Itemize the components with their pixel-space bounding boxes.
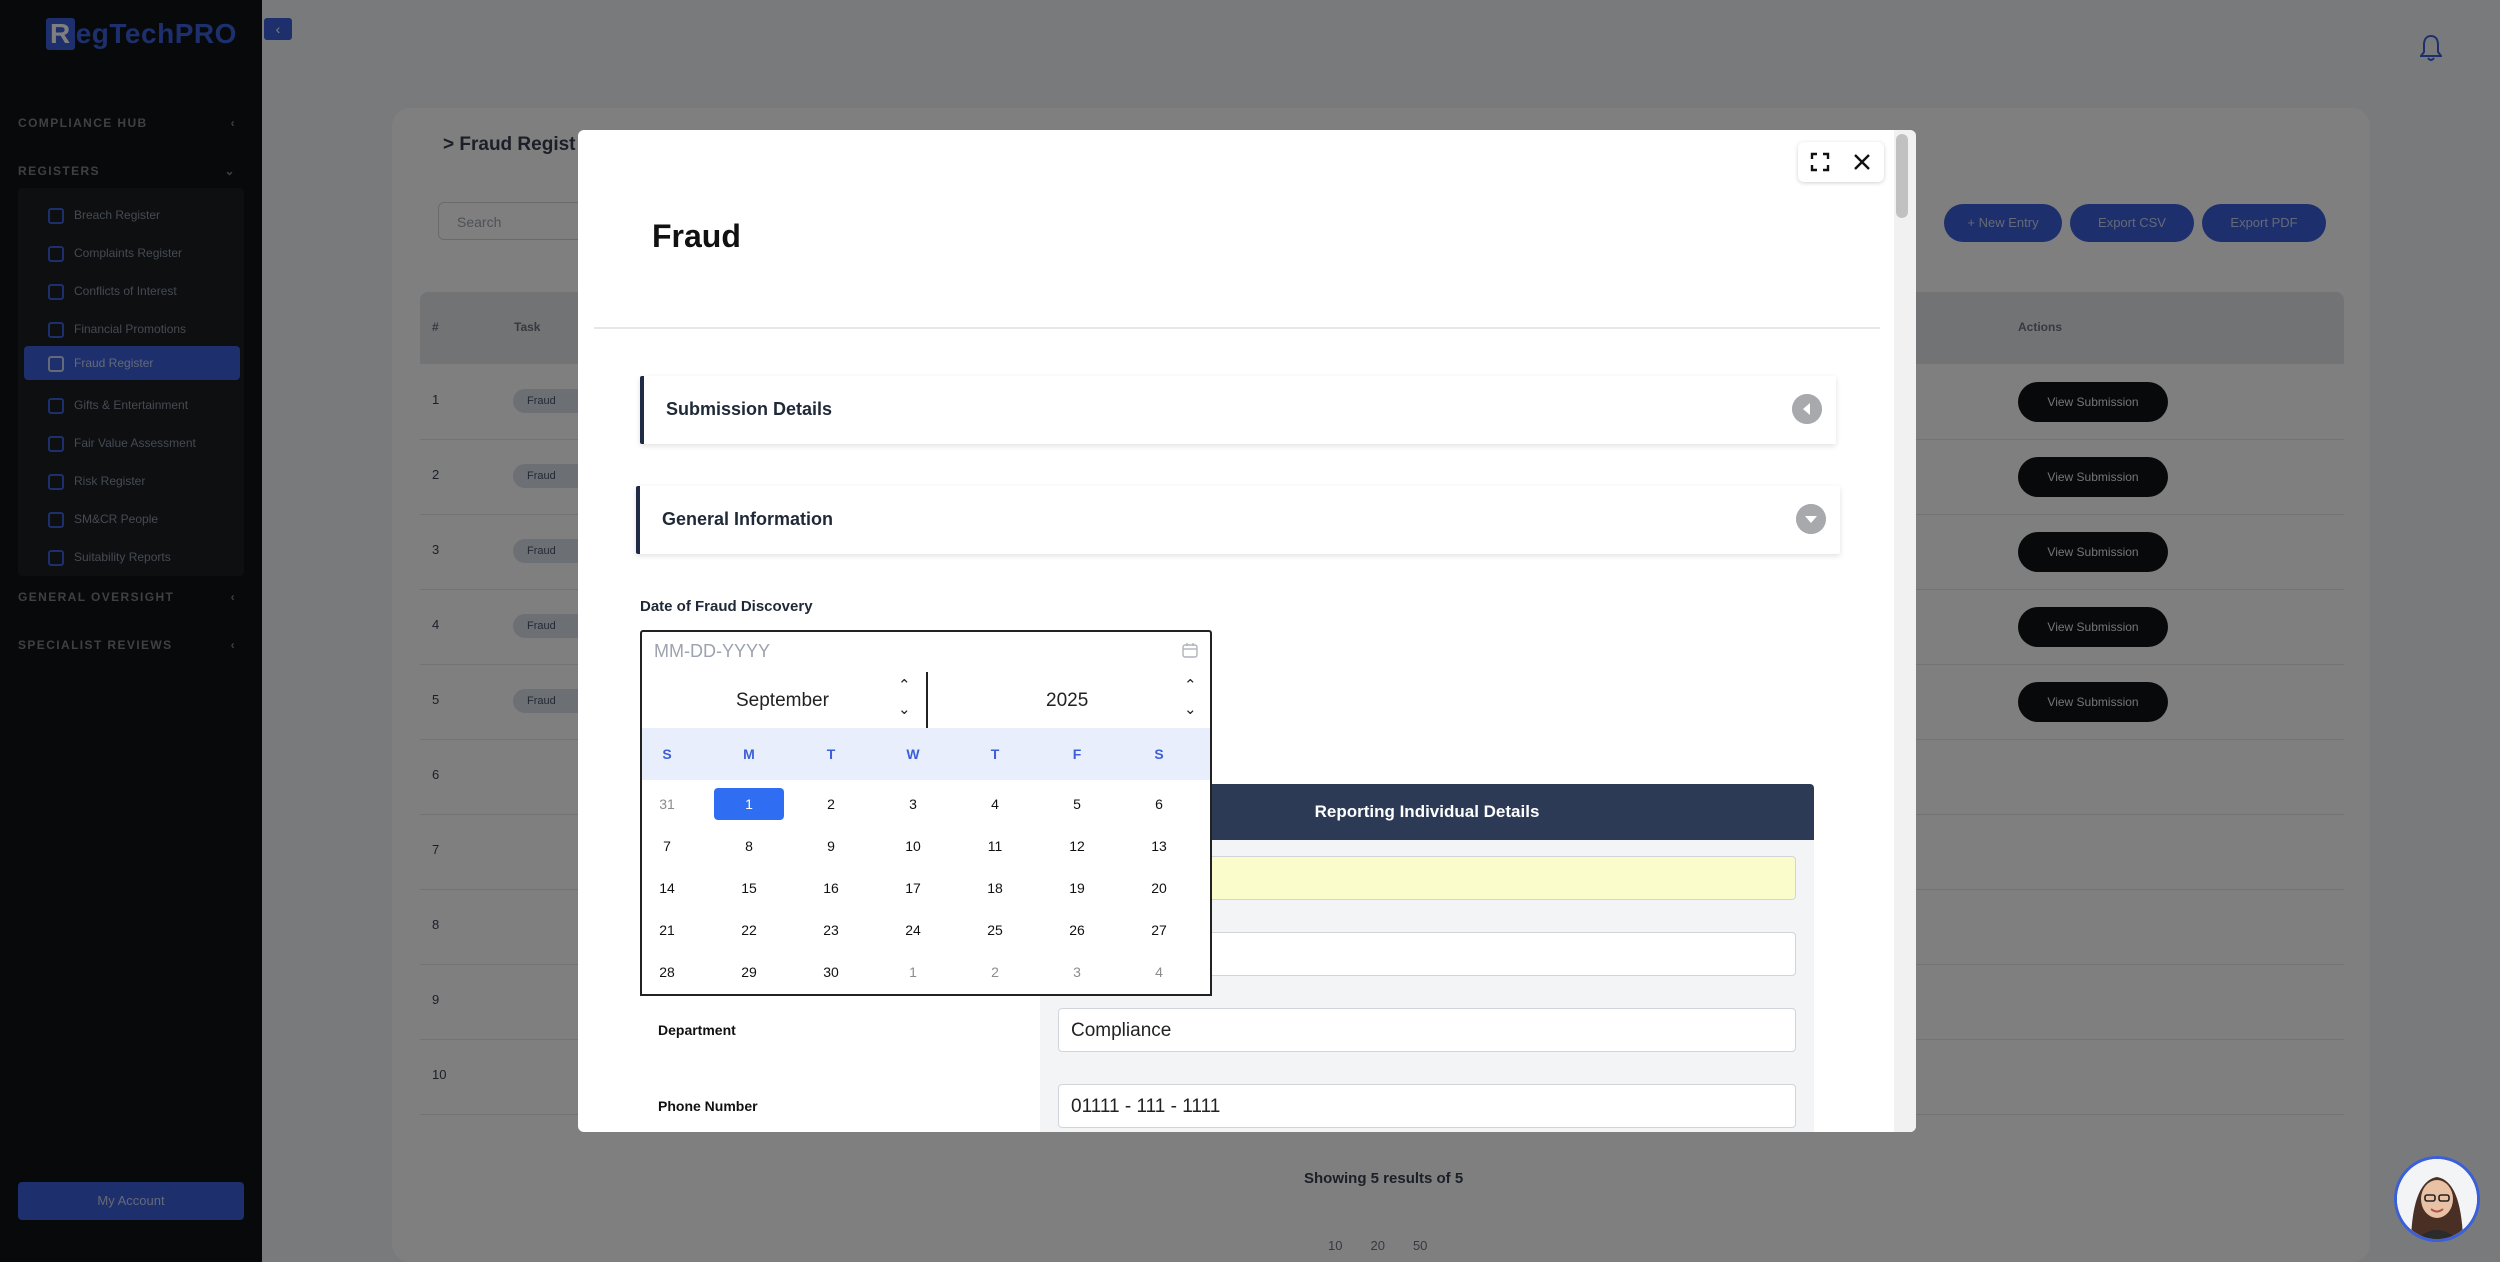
day-cell[interactable]: 4 (960, 788, 1030, 820)
date-of-fraud-discovery-input[interactable]: MM-DD-YYYY (640, 630, 1212, 672)
chevron-down-circle-icon (1796, 504, 1826, 534)
weekday-row: SMTWTFS (642, 728, 1210, 780)
divider (926, 672, 928, 728)
department-input[interactable]: Compliance (1058, 1008, 1796, 1052)
day-cell[interactable]: 15 (714, 872, 784, 904)
accordion-submission-details[interactable]: Submission Details (640, 376, 1836, 444)
day-cell[interactable]: 12 (1042, 830, 1112, 862)
year-select[interactable]: 2025 (1046, 690, 1088, 712)
scrollbar-thumb[interactable] (1896, 134, 1908, 218)
fraud-modal: Fraud Submission Details General Informa… (578, 130, 1916, 1132)
day-cell[interactable]: 2 (796, 788, 866, 820)
accordion-general-information[interactable]: General Information (636, 486, 1840, 554)
phone-number-label: Phone Number (658, 1098, 758, 1114)
day-cell[interactable]: 27 (1124, 914, 1194, 946)
assistant-avatar-icon (2397, 1159, 2477, 1239)
chevron-left-circle-icon (1792, 394, 1822, 424)
day-cell[interactable]: 21 (632, 914, 702, 946)
day-cell[interactable]: 9 (796, 830, 866, 862)
day-cell[interactable]: 31 (632, 788, 702, 820)
day-cell[interactable]: 6 (1124, 788, 1194, 820)
month-select[interactable]: September (736, 690, 829, 712)
day-cell[interactable]: 19 (1042, 872, 1112, 904)
divider (594, 327, 1880, 329)
day-cell[interactable]: 13 (1124, 830, 1194, 862)
day-cell[interactable]: 24 (878, 914, 948, 946)
day-cell[interactable]: 26 (1042, 914, 1112, 946)
modal-toolbar (1798, 142, 1884, 182)
phone-number-input[interactable]: 01111 - 111 - 1111 (1058, 1084, 1796, 1128)
day-cell[interactable]: 10 (878, 830, 948, 862)
day-cell[interactable]: 17 (878, 872, 948, 904)
month-down-icon[interactable]: ⌄ (898, 700, 911, 718)
day-cell[interactable]: 25 (960, 914, 1030, 946)
year-down-icon[interactable]: ⌄ (1184, 700, 1197, 718)
day-cell[interactable]: 20 (1124, 872, 1194, 904)
scrollbar-track[interactable] (1894, 130, 1916, 1132)
day-cell[interactable]: 5 (1042, 788, 1112, 820)
weekday-label: T (826, 746, 836, 762)
day-cell[interactable]: 28 (632, 956, 702, 988)
day-cell[interactable]: 2 (960, 956, 1030, 988)
department-label: Department (658, 1022, 736, 1038)
expand-icon[interactable] (1810, 152, 1830, 172)
day-cell[interactable]: 29 (714, 956, 784, 988)
close-icon[interactable] (1852, 152, 1872, 172)
day-cell[interactable]: 18 (960, 872, 1030, 904)
year-up-icon[interactable]: ⌃ (1184, 676, 1197, 694)
weekday-label: W (906, 746, 920, 762)
weekday-label: F (1072, 746, 1082, 762)
month-up-icon[interactable]: ⌃ (898, 676, 911, 694)
chat-avatar[interactable] (2394, 1156, 2480, 1242)
day-cell[interactable]: 14 (632, 872, 702, 904)
day-cell[interactable]: 3 (878, 788, 948, 820)
day-cell[interactable]: 23 (796, 914, 866, 946)
day-cell[interactable]: 30 (796, 956, 866, 988)
date-of-fraud-discovery-label: Date of Fraud Discovery (640, 598, 813, 615)
day-cell-selected[interactable]: 1 (714, 788, 784, 820)
calendar-icon[interactable] (1182, 642, 1198, 658)
day-cell[interactable]: 4 (1124, 956, 1194, 988)
modal-title: Fraud (652, 218, 741, 254)
day-cell[interactable]: 11 (960, 830, 1030, 862)
datepicker-header: September ⌃ ⌄ 2025 ⌃ ⌄ (642, 672, 1210, 728)
day-cell[interactable]: 7 (632, 830, 702, 862)
datepicker: September ⌃ ⌄ 2025 ⌃ ⌄ SMTWTFS 31 1 2 3 4 5 6 7… (640, 672, 1212, 996)
weekday-label: M (743, 746, 755, 762)
weekday-label: T (990, 746, 1000, 762)
day-cell[interactable]: 1 (878, 956, 948, 988)
weekday-label: S (662, 746, 672, 762)
day-cell[interactable]: 16 (796, 872, 866, 904)
day-cell[interactable]: 3 (1042, 956, 1112, 988)
weekday-label: S (1154, 746, 1164, 762)
day-cell[interactable]: 22 (714, 914, 784, 946)
day-cell[interactable]: 8 (714, 830, 784, 862)
